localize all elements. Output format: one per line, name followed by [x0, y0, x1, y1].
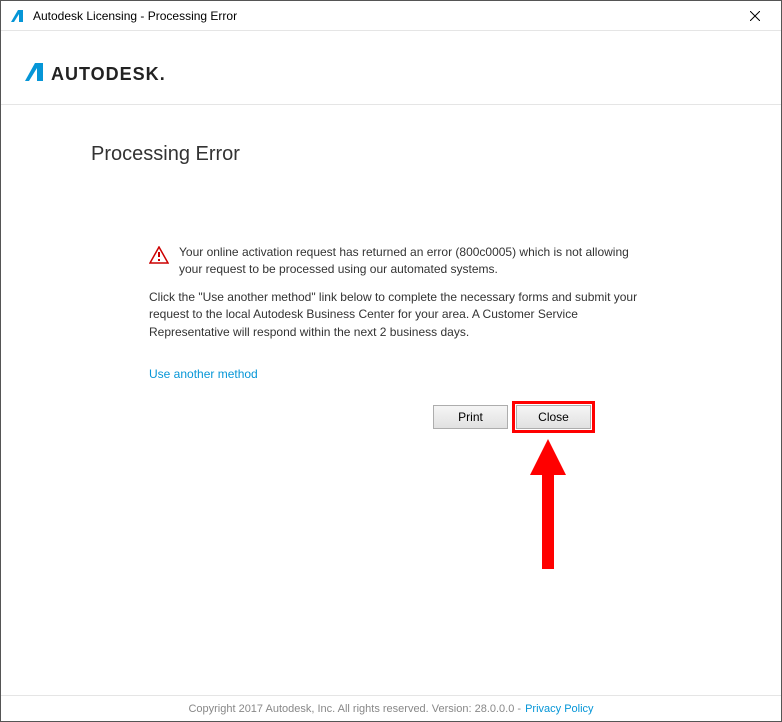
print-button[interactable]: Print — [433, 405, 508, 429]
button-row: Print Close — [433, 405, 591, 429]
autodesk-logo-icon — [23, 61, 45, 88]
brand-text: AUTODESK. — [51, 64, 166, 85]
error-message-row: Your online activation request has retur… — [149, 244, 691, 279]
dialog-window: Autodesk Licensing - Processing Error AU… — [0, 0, 782, 722]
page-title: Processing Error — [91, 143, 691, 166]
footer-copyright: Copyright 2017 Autodesk, Inc. All rights… — [188, 703, 521, 715]
titlebar: Autodesk Licensing - Processing Error — [1, 1, 781, 31]
header: AUTODESK. — [1, 31, 781, 105]
privacy-policy-link[interactable]: Privacy Policy — [525, 703, 593, 715]
footer: Copyright 2017 Autodesk, Inc. All rights… — [1, 695, 781, 721]
error-message-secondary: Click the "Use another method" link belo… — [149, 289, 639, 341]
titlebar-title: Autodesk Licensing - Processing Error — [33, 9, 732, 23]
close-button[interactable]: Close — [516, 405, 591, 429]
autodesk-app-icon — [9, 8, 25, 24]
brand: AUTODESK. — [23, 61, 781, 88]
close-icon — [750, 11, 760, 21]
use-another-method-link[interactable]: Use another method — [149, 367, 258, 381]
warning-icon — [149, 246, 169, 269]
window-close-button[interactable] — [732, 1, 777, 31]
content-area: Processing Error Your online activation … — [1, 105, 781, 695]
error-message-primary: Your online activation request has retur… — [179, 244, 639, 279]
annotation-arrow — [525, 439, 571, 574]
